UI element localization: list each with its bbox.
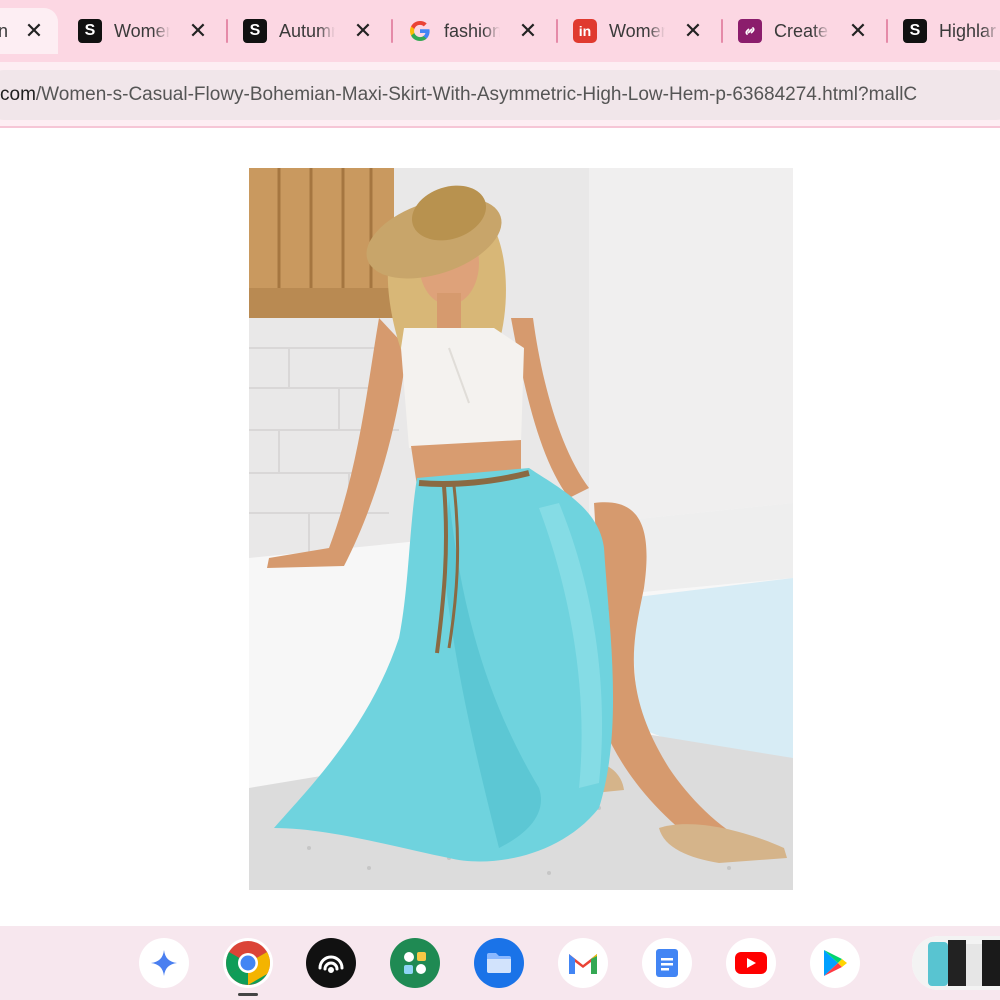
tab-title: n	[0, 20, 9, 41]
tab-title: Women	[114, 20, 170, 41]
tab-separator	[226, 19, 228, 43]
tab-title: fashion	[444, 20, 500, 41]
tab-women-2[interactable]: in Women ✕	[573, 8, 713, 54]
tab-title: Highlar	[939, 20, 997, 41]
tab-title: Create	[774, 20, 829, 41]
podcast-icon[interactable]	[306, 938, 356, 988]
url-host: com	[0, 84, 36, 105]
files-icon[interactable]	[474, 938, 524, 988]
tab-strip: n ✕ S Women ✕ S Autumn ✕ fashion ✕ in Wo…	[0, 0, 1000, 62]
tab-separator	[391, 19, 393, 43]
holding-space-thumbnails[interactable]	[912, 936, 1000, 990]
tab-close-icon[interactable]: ✕	[351, 19, 375, 43]
google-g-icon	[408, 19, 432, 43]
tab-highlands[interactable]: S Highlar	[903, 8, 1000, 54]
tab-separator	[556, 19, 558, 43]
tab-create[interactable]: Create ✕	[738, 8, 878, 54]
shein-s-icon: S	[243, 19, 267, 43]
tab-women-1[interactable]: S Women ✕	[78, 8, 218, 54]
shein-s-icon: S	[903, 19, 927, 43]
tab-separator	[721, 19, 723, 43]
tab-close-icon[interactable]: ✕	[681, 19, 705, 43]
page-content	[0, 130, 1000, 925]
play-store-icon[interactable]	[810, 938, 860, 988]
youtube-icon[interactable]	[726, 938, 776, 988]
tab-title: Women	[609, 20, 665, 41]
tab-close-icon[interactable]: ✕	[186, 19, 210, 43]
product-photo-illustration	[249, 168, 793, 890]
shein-s-icon: S	[78, 19, 102, 43]
tab-active[interactable]: n ✕	[0, 8, 58, 54]
apps-launcher-icon[interactable]	[390, 938, 440, 988]
in-icon: in	[573, 19, 597, 43]
url-path: /Women-s-Casual-Flowy-Bohemian-Maxi-Skir…	[35, 84, 918, 105]
tab-title: Autumn	[279, 20, 335, 41]
gmail-icon[interactable]	[558, 938, 608, 988]
tab-close-icon[interactable]: ✕	[22, 19, 46, 43]
tab-separator	[886, 19, 888, 43]
toolbar: com/Women-s-Casual-Flowy-Bohemian-Maxi-S…	[0, 62, 1000, 128]
shelf	[0, 926, 1000, 1000]
tab-autumn[interactable]: S Autumn ✕	[243, 8, 383, 54]
assistant-icon[interactable]	[139, 938, 189, 988]
docs-icon[interactable]	[642, 938, 692, 988]
tab-close-icon[interactable]: ✕	[846, 19, 870, 43]
chrome-icon[interactable]	[223, 938, 273, 996]
tab-fashion[interactable]: fashion ✕	[408, 8, 548, 54]
url-text[interactable]: com/Women-s-Casual-Flowy-Bohemian-Maxi-S…	[0, 84, 917, 106]
link-icon	[738, 19, 762, 43]
product-image[interactable]	[249, 168, 793, 890]
tab-close-icon[interactable]: ✕	[516, 19, 540, 43]
